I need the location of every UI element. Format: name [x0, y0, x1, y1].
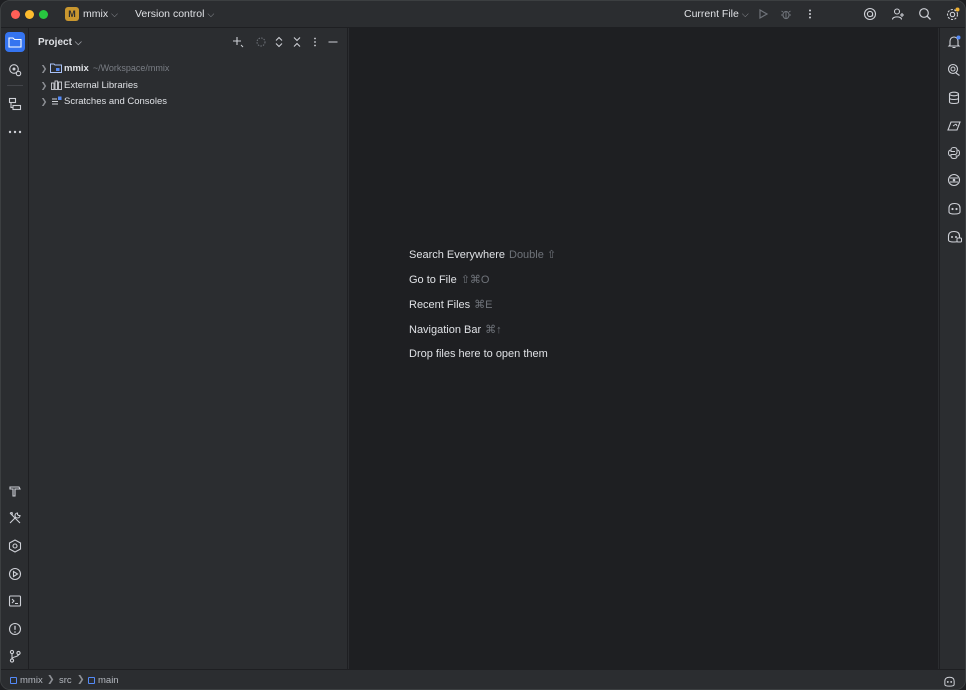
options-icon[interactable]	[308, 35, 322, 49]
chevron-right-icon[interactable]: ❯	[38, 97, 50, 106]
toolbar-divider	[7, 85, 23, 86]
more-icon[interactable]	[802, 6, 818, 22]
project-selector[interactable]: mmix ⌵	[83, 8, 118, 20]
right-tool-window-bar	[939, 28, 965, 669]
terminal-icon[interactable]	[5, 591, 25, 611]
hint-shortcut: ⌘E	[474, 299, 493, 311]
copilot-status-icon[interactable]	[939, 671, 959, 689]
chevron-right-icon: ❯	[77, 674, 85, 684]
run-panel-icon[interactable]	[5, 564, 25, 584]
tree-item-mmix[interactable]: ❯ mmix ~/Workspace/mmix	[38, 60, 170, 76]
tree-item-path: ~/Workspace/mmix	[92, 63, 170, 73]
chevron-down-icon: ⌵	[741, 9, 749, 19]
search-icon[interactable]	[917, 6, 933, 22]
copilot-chat-icon[interactable]	[944, 226, 964, 246]
status-bar: mmix ❯ src ❯ main	[1, 669, 965, 689]
tree-item-label: mmix	[64, 62, 89, 74]
project-tool-window: Project ⌵ ❯ mmix ~/Workspace/mmix ❯ Exte…	[30, 28, 348, 669]
module-folder-icon	[50, 62, 62, 74]
close-window-button[interactable]	[11, 10, 20, 19]
hint-label: Go to File	[409, 274, 457, 286]
commit-icon[interactable]	[5, 60, 25, 80]
library-icon	[50, 79, 62, 91]
hide-icon[interactable]	[326, 35, 340, 49]
database-icon[interactable]	[944, 88, 964, 108]
hint-go-to-file[interactable]: Go to File ⇧⌘O	[409, 273, 489, 286]
project-panel-title: Project	[38, 37, 72, 48]
zoom-window-button[interactable]	[39, 10, 48, 19]
project-name: mmix	[83, 8, 109, 20]
hint-shortcut: ⇧⌘O	[460, 274, 490, 286]
breadcrumb-mmix[interactable]: mmix	[10, 675, 43, 686]
endpoints-icon[interactable]	[944, 115, 964, 135]
add-user-icon[interactable]	[890, 6, 906, 22]
build-icon[interactable]	[5, 481, 25, 501]
run-icon[interactable]	[755, 6, 771, 22]
source-root-icon	[88, 677, 95, 684]
chevron-right-icon[interactable]: ❯	[38, 81, 50, 90]
ai-assistant-icon[interactable]	[862, 6, 878, 22]
add-icon[interactable]	[231, 35, 245, 49]
more-tools-icon[interactable]	[5, 122, 25, 142]
vcs-label: Version control	[135, 8, 205, 20]
tree-item-label: Scratches and Consoles	[64, 95, 167, 107]
python-icon[interactable]	[944, 143, 964, 163]
expand-all-icon[interactable]	[272, 35, 286, 49]
problems-icon[interactable]	[5, 619, 25, 639]
structure-icon[interactable]	[5, 94, 25, 114]
hint-label: Drop files here to open them	[409, 348, 548, 360]
copilot-icon[interactable]	[944, 198, 964, 218]
breadcrumb-main[interactable]: main	[88, 675, 119, 686]
tree-item-external-libraries[interactable]: ❯ External Libraries	[38, 77, 138, 93]
ai-chat-icon[interactable]	[944, 60, 964, 80]
hint-label: Navigation Bar	[409, 324, 482, 336]
hint-label: Recent Files	[409, 299, 471, 311]
project-icon[interactable]	[5, 32, 25, 52]
debug-icon[interactable]	[778, 6, 794, 22]
services-icon[interactable]	[5, 508, 25, 528]
remote-icon[interactable]	[944, 170, 964, 190]
run-config-label: Current File	[684, 8, 739, 20]
ide-window: M mmix ⌵ Version control ⌵ Current File ⌵	[0, 0, 966, 690]
hint-navigation-bar[interactable]: Navigation Bar ⌘↑	[409, 323, 502, 336]
editor-area[interactable]: Search Everywhere Double ⇧ Go to File ⇧⌘O …	[349, 28, 938, 669]
project-view-selector[interactable]: Project ⌵	[38, 37, 82, 48]
module-icon	[10, 677, 17, 684]
chevron-down-icon: ⌵	[74, 37, 82, 47]
breadcrumb-label: main	[98, 675, 119, 686]
breadcrumb-label: src	[59, 675, 72, 686]
locate-icon[interactable]	[254, 35, 268, 49]
title-bar: M mmix ⌵ Version control ⌵ Current File ⌵	[1, 1, 965, 28]
vcs-selector[interactable]: Version control ⌵	[135, 8, 214, 20]
run-configuration-selector[interactable]: Current File ⌵	[684, 8, 749, 20]
breadcrumb-src[interactable]: src	[59, 675, 72, 686]
tree-item-label: External Libraries	[64, 79, 138, 91]
notifications-icon[interactable]	[944, 32, 964, 52]
git-icon[interactable]	[5, 646, 25, 666]
minimize-window-button[interactable]	[25, 10, 34, 19]
chevron-down-icon: ⌵	[111, 9, 118, 19]
hint-search-everywhere[interactable]: Search Everywhere Double ⇧	[409, 248, 556, 261]
chevron-right-icon: ❯	[47, 674, 55, 684]
hint-label: Search Everywhere	[409, 249, 505, 261]
left-tool-window-bar	[1, 28, 29, 669]
settings-icon[interactable]	[944, 6, 960, 22]
hint-drop-files: Drop files here to open them	[409, 348, 548, 360]
collapse-all-icon[interactable]	[290, 35, 304, 49]
chevron-right-icon[interactable]: ❯	[38, 64, 50, 73]
tree-item-scratches[interactable]: ❯ Scratches and Consoles	[38, 93, 167, 109]
hint-recent-files[interactable]: Recent Files ⌘E	[409, 298, 492, 311]
hint-shortcut: ⌘↑	[485, 324, 502, 336]
chevron-down-icon: ⌵	[207, 9, 215, 19]
scratches-icon	[50, 95, 62, 107]
hint-shortcut: Double ⇧	[509, 249, 557, 261]
plugins-icon[interactable]	[5, 536, 25, 556]
project-badge[interactable]: M	[65, 7, 79, 21]
breadcrumb-label: mmix	[20, 675, 43, 686]
